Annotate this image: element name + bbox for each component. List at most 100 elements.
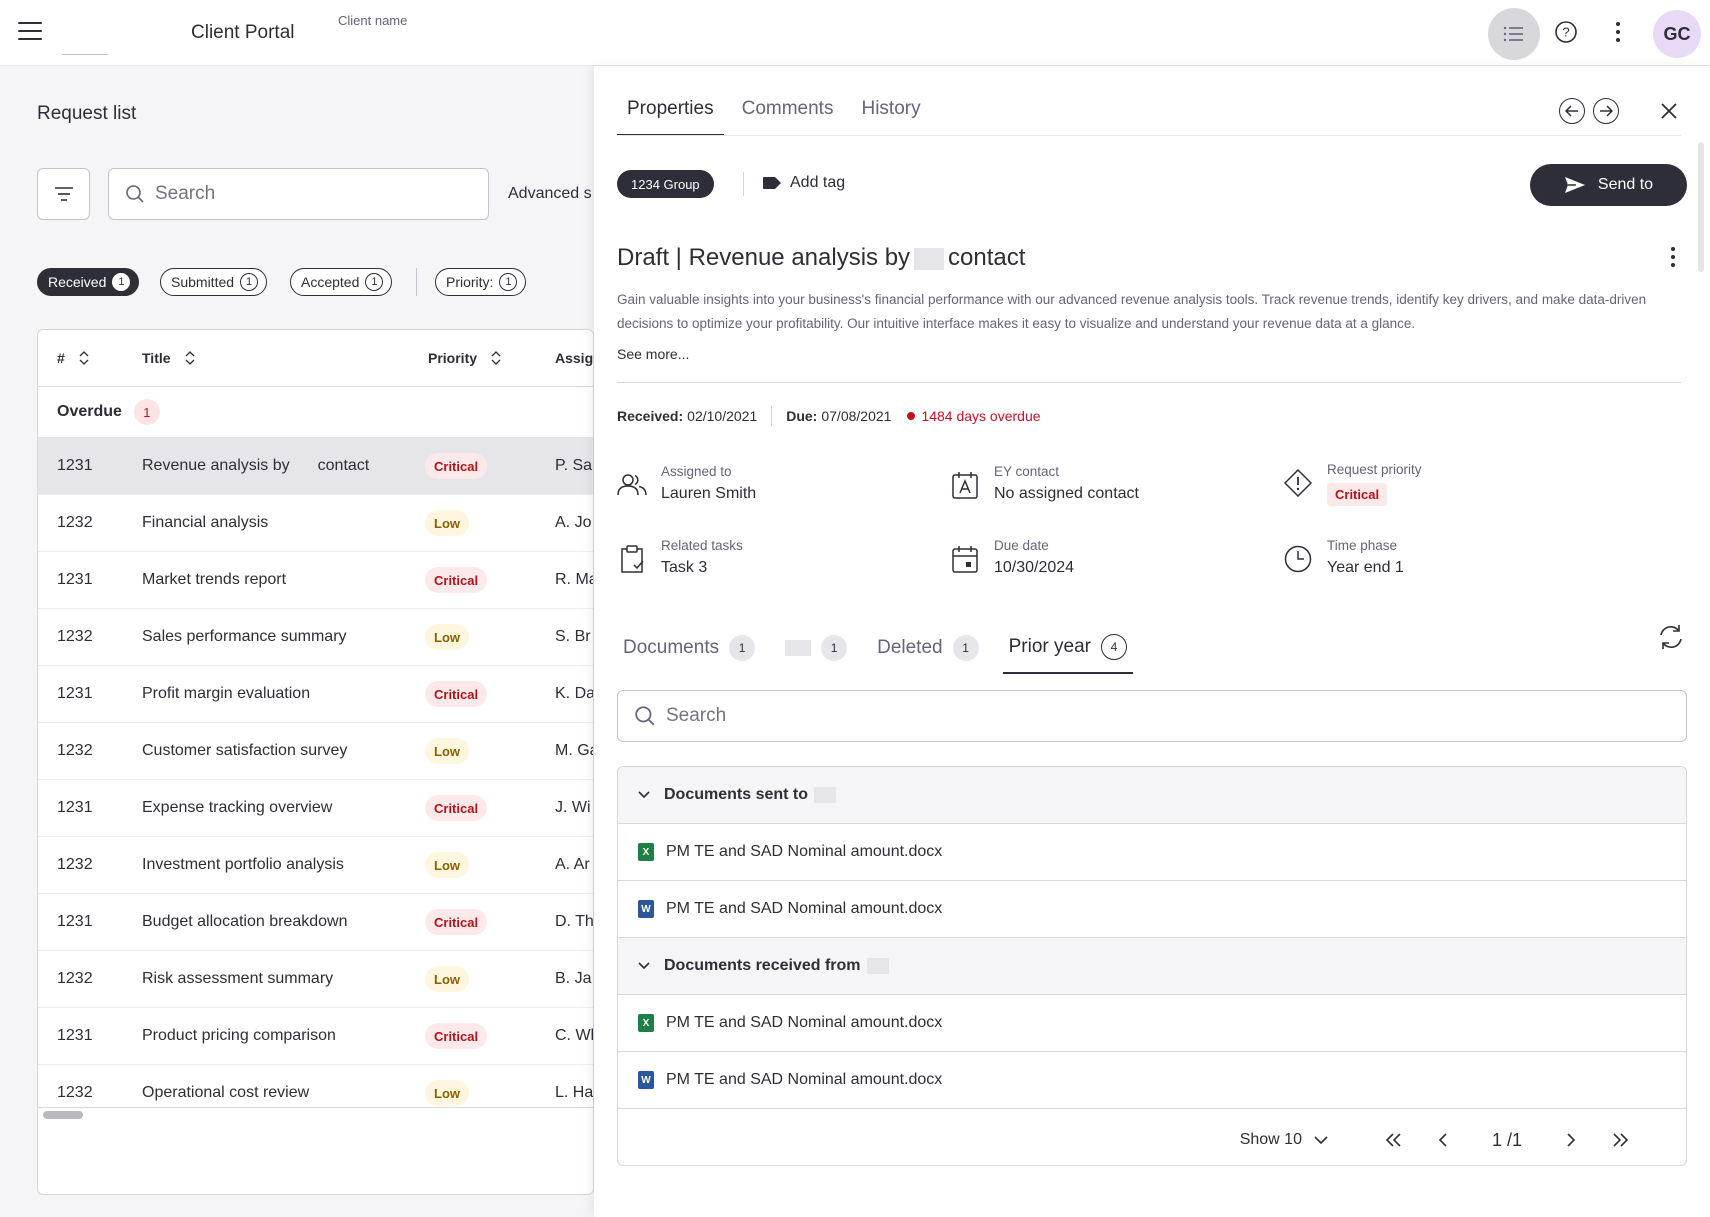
page-indicator: 1 /1 xyxy=(1491,1129,1522,1150)
excel-file-icon: X xyxy=(638,843,654,861)
list-view-icon[interactable] xyxy=(1488,8,1540,60)
overdue-group-header[interactable]: Overdue 1 xyxy=(38,387,593,438)
divider xyxy=(617,382,1681,383)
app-title: Client Portal xyxy=(191,22,295,43)
previous-page-icon[interactable] xyxy=(1432,1129,1454,1151)
request-table: # Title Priority Assign Overdue 1 1231 R… xyxy=(37,329,594,1195)
clipboard-check-icon xyxy=(617,544,647,574)
related-tasks-field[interactable]: Related tasks Task 3 xyxy=(617,538,743,577)
request-title: Draft | Revenue analysis by contact xyxy=(617,244,1026,271)
ey-contact-field[interactable]: EY contact No assigned contact xyxy=(950,464,1139,503)
table-row[interactable]: 1231 Expense tracking overview Critical … xyxy=(38,780,593,837)
table-row[interactable]: 1232 Operational cost review Low L. Ha xyxy=(38,1065,593,1122)
redacted-name xyxy=(814,787,837,803)
column-header-title[interactable]: Title xyxy=(142,350,195,366)
document-item[interactable]: X PM TE and SAD Nominal amount.docx xyxy=(618,995,1686,1052)
tab-redacted[interactable]: 1 xyxy=(779,627,853,673)
document-item[interactable]: X PM TE and SAD Nominal amount.docx xyxy=(618,824,1686,881)
page-size-select[interactable]: Show 10 xyxy=(1240,1131,1328,1149)
add-tag-button[interactable]: Add tag xyxy=(762,174,845,192)
next-page-icon[interactable] xyxy=(1560,1129,1582,1151)
request-list-title: Request list xyxy=(37,103,137,124)
column-header-assignee[interactable]: Assign xyxy=(555,350,593,366)
tab-deleted[interactable]: Deleted 1 xyxy=(871,627,985,673)
advanced-search-link[interactable]: Advanced s xyxy=(508,185,592,203)
more-options-icon[interactable] xyxy=(1600,14,1636,50)
pagination: Show 10 1 /1 xyxy=(618,1113,1686,1165)
see-more-link[interactable]: See more... xyxy=(617,346,689,362)
priority-badge: Critical xyxy=(425,681,488,707)
priority-badge: Low xyxy=(425,738,469,764)
chevron-down-icon xyxy=(638,791,650,799)
send-to-button[interactable]: Send to xyxy=(1530,164,1687,206)
tabs-divider xyxy=(617,135,1681,136)
table-row[interactable]: 1231 Budget allocation breakdown Critica… xyxy=(38,894,593,951)
table-row[interactable]: 1232 Investment portfolio analysis Low A… xyxy=(38,837,593,894)
chip-divider xyxy=(416,268,417,296)
chip-accepted[interactable]: Accepted 1 xyxy=(290,268,393,296)
table-row[interactable]: 1231 Product pricing comparison Critical… xyxy=(38,1008,593,1065)
column-header-priority[interactable]: Priority xyxy=(428,350,501,366)
table-row[interactable]: 1231 Market trends report Critical R. Ma xyxy=(38,552,593,609)
priority-badge: Critical xyxy=(425,795,488,821)
tab-history[interactable]: History xyxy=(851,92,930,136)
request-more-icon[interactable] xyxy=(1664,242,1682,272)
vertical-scrollbar[interactable] xyxy=(1698,142,1704,272)
priority-badge: Low xyxy=(425,852,469,878)
chip-received[interactable]: Received 1 xyxy=(37,268,140,296)
send-icon xyxy=(1564,177,1585,193)
request-description: Gain valuable insights into your busines… xyxy=(617,292,1647,331)
table-row[interactable]: 1231 Profit margin evaluation Critical K… xyxy=(38,666,593,723)
svg-text:?: ? xyxy=(1562,25,1569,40)
documents-received-group[interactable]: Documents received from xyxy=(618,938,1686,995)
request-search-field[interactable] xyxy=(108,168,489,220)
document-item[interactable]: W PM TE and SAD Nominal amount.docx xyxy=(618,1052,1686,1109)
client-name-label[interactable]: Client name xyxy=(338,13,407,28)
chip-submitted[interactable]: Submitted 1 xyxy=(160,268,268,296)
user-avatar[interactable]: GC xyxy=(1653,10,1701,58)
sort-icon xyxy=(185,351,194,365)
document-search-input[interactable] xyxy=(666,705,966,727)
close-icon[interactable] xyxy=(1656,98,1682,124)
documents-sent-group[interactable]: Documents sent to xyxy=(618,767,1686,824)
document-tabs: Documents 1 1 Deleted 1 Prior year 4 xyxy=(617,626,1151,674)
priority-diamond-icon xyxy=(1283,468,1313,498)
group-badge[interactable]: 1234 Group xyxy=(617,170,714,198)
redacted-name xyxy=(293,457,314,474)
first-page-icon[interactable] xyxy=(1382,1129,1404,1151)
table-row[interactable]: 1232 Sales performance summary Low S. Br xyxy=(38,609,593,666)
tab-properties[interactable]: Properties xyxy=(617,92,724,136)
document-item[interactable]: W PM TE and SAD Nominal amount.docx xyxy=(618,881,1686,938)
excel-file-icon: X xyxy=(638,1014,654,1032)
next-arrow-icon[interactable] xyxy=(1593,98,1619,124)
help-icon[interactable]: ? xyxy=(1548,14,1584,50)
document-search-field[interactable] xyxy=(617,690,1687,742)
tab-documents[interactable]: Documents 1 xyxy=(617,627,761,673)
filter-button[interactable] xyxy=(37,168,90,220)
request-priority-field[interactable]: Request priority Critical xyxy=(1283,462,1422,506)
table-row[interactable]: 1231 Revenue analysis by contact Critical… xyxy=(38,438,593,495)
table-header: # Title Priority Assign xyxy=(38,330,593,387)
priority-badge: Critical xyxy=(425,1023,488,1049)
last-page-icon[interactable] xyxy=(1610,1129,1632,1151)
divider xyxy=(743,172,744,196)
horizontal-scrollbar[interactable] xyxy=(43,1111,83,1119)
table-row[interactable]: 1232 Customer satisfaction survey Low M.… xyxy=(38,723,593,780)
tab-comments[interactable]: Comments xyxy=(732,92,844,136)
column-header-number[interactable]: # xyxy=(57,350,89,366)
chip-priority[interactable]: Priority: 1 xyxy=(435,268,527,296)
due-date-field[interactable]: Due date 10/30/2024 xyxy=(950,538,1074,577)
overdue-status: 1484 days overdue xyxy=(907,408,1041,424)
priority-badge: Critical xyxy=(425,453,488,479)
previous-arrow-icon[interactable] xyxy=(1559,98,1585,124)
refresh-icon[interactable] xyxy=(1656,622,1686,652)
overdue-count-badge: 1 xyxy=(133,399,160,425)
search-icon xyxy=(635,706,655,726)
hamburger-menu-icon[interactable] xyxy=(18,22,42,42)
tab-prior-year[interactable]: Prior year 4 xyxy=(1002,626,1133,674)
table-row[interactable]: 1232 Financial analysis Low A. Jo xyxy=(38,495,593,552)
table-row[interactable]: 1232 Risk assessment summary Low B. Ja xyxy=(38,951,593,1008)
assigned-to-field[interactable]: Assigned to Lauren Smith xyxy=(617,464,756,503)
request-search-input[interactable] xyxy=(155,183,455,205)
time-phase-field[interactable]: Time phase Year end 1 xyxy=(1283,538,1404,577)
